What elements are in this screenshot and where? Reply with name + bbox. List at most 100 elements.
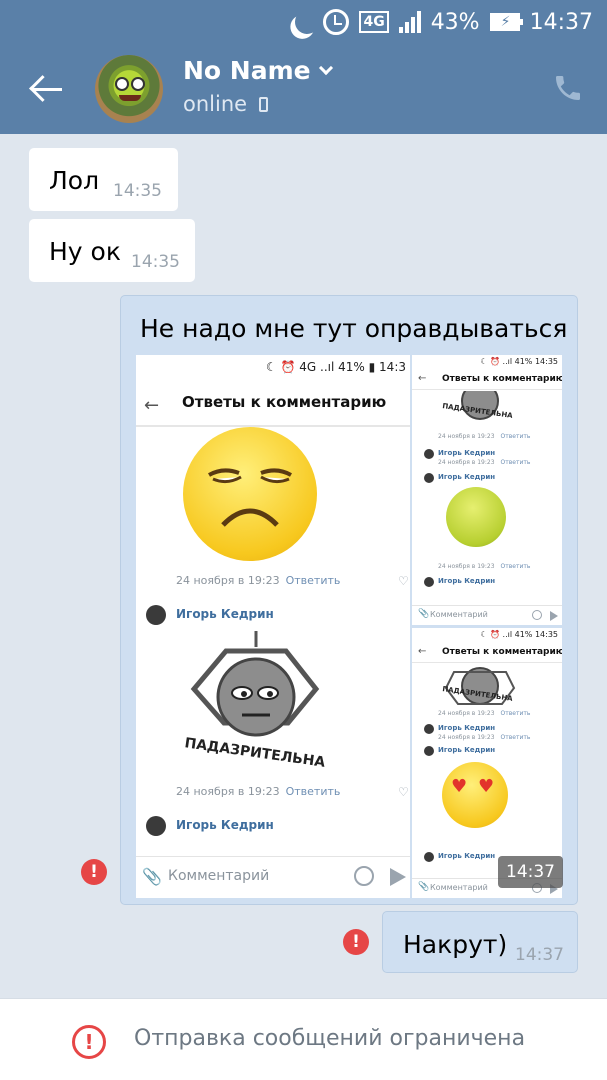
signal-icon [398,11,421,33]
restriction-bar: ! Отправка сообщений ограничена [0,998,607,1080]
divider [412,662,562,663]
comment-author: Игорь Кедрин [176,818,274,832]
comment-meta: 24 ноября в 19:23 Ответить [176,785,340,798]
moon-icon [292,7,323,38]
comment-meta: 24 ноября в 19:23 Ответить [438,563,530,570]
message-time: 14:35 [131,252,180,272]
avatar [424,577,434,587]
incoming-message[interactable]: Ну ок 14:35 [29,219,195,282]
screenshot-title: Ответы к комментарию [182,393,387,411]
error-icon[interactable]: ! [343,929,369,955]
paperclip-icon: 📎 [418,609,430,619]
status-bar: 4G 43% ⚡ 14:37 [0,0,607,44]
back-arrow-icon[interactable] [28,72,64,106]
screenshot-status-bar: ☾ ⏰ ..ıl 41% 14:35 [480,630,558,639]
screenshot-status-bar: ☾ ⏰ ..ıl 41% 14:35 [480,357,558,366]
comment-meta: 24 ноября в 19:23 Ответить [438,433,530,440]
restriction-text: Отправка сообщений ограничена [134,1026,526,1051]
paperclip-icon: 📎 [142,867,162,886]
attachment-screenshot[interactable]: ☾ ⏰ 4G ..ıl 41% ▮ 14:3 ← Ответы к коммен… [136,355,410,898]
comment-author: Игорь Кедрин [438,746,496,754]
outgoing-message[interactable]: Накрут) 14:37 [382,911,578,973]
attachment-screenshot[interactable]: ☾ ⏰ ..ıl 41% 14:35 ← Ответы к комментари… [412,355,562,625]
incoming-message[interactable]: Лол 14:35 [29,148,178,211]
comment-meta: 24 ноября в 19:23 Ответить [438,710,530,717]
battery-charging-icon: ⚡ [489,13,523,31]
reply-link: Ответить [500,459,531,466]
message-text: Ну ок [49,237,121,266]
screenshot-battery: 41% [514,630,533,639]
heart-eyes-emoji-sticker: ♥ ♥ [442,762,508,828]
avatar [424,852,434,862]
comment-date: 24 ноября в 19:23 [176,785,280,798]
back-arrow-icon: ← [418,373,427,384]
comment-date: 24 ноября в 19:23 [438,433,495,440]
message-time: 14:35 [113,181,162,201]
comment-author: Игорь Кедрин [438,473,496,481]
paperclip-icon: 📎 [418,882,430,892]
avatar [424,449,434,459]
comment-meta: 24 ноября в 19:23 Ответить [438,734,530,741]
avatar[interactable] [95,55,163,123]
message-time: 14:37 [498,856,563,888]
reply-link: Ответить [500,433,531,440]
network-type: 4G [359,11,389,33]
comment-author: Игорь Кедрин [438,449,496,457]
comment-date: 24 ноября в 19:23 [438,563,495,570]
reply-link: Ответить [285,574,341,587]
smile-icon [354,866,374,886]
screenshot-time: 14:35 [534,357,558,366]
send-icon [390,868,406,886]
clock: 14:37 [529,9,593,35]
avatar [424,473,434,483]
reply-link: Ответить [285,785,341,798]
screenshot-time: 14:35 [534,630,558,639]
comment-meta: 24 ноября в 19:23 Ответить [176,574,340,587]
chat-header: No Name online [0,44,607,134]
back-arrow-icon: ← [144,395,160,416]
avatar [146,816,166,836]
screenshot-title: Ответы к комментарию [442,647,562,657]
chevron-down-icon [318,60,333,76]
comment-date: 24 ноября в 19:23 [438,710,495,717]
comment-date: 24 ноября в 19:23 [176,574,280,587]
error-icon[interactable]: ! [81,859,107,885]
message-text: Лол [49,166,100,195]
comment-placeholder: Комментарий [430,610,488,619]
send-icon [550,611,558,621]
sad-emoji-sticker [183,427,317,561]
phone-icon[interactable] [552,72,584,104]
screenshot-title: Ответы к комментарию [442,374,562,384]
avatar [424,746,434,756]
sick-emoji-sticker [446,487,506,547]
reply-link: Ответить [500,710,531,717]
comment-author: Игорь Кедрин [438,852,496,860]
contact-name[interactable]: No Name [183,56,333,85]
contact-status-label: online [183,92,248,116]
message-text: Накрут) [403,930,508,959]
avatar [146,605,166,625]
heart-icon: ♡ [398,574,409,588]
comment-placeholder: Комментарий [168,868,270,884]
comment-placeholder: Комментарий [430,883,488,892]
comment-author: Игорь Кедрин [438,577,496,585]
divider [412,389,562,390]
comment-bar: 📎 Комментарий [412,605,562,625]
comment-date: 24 ноября в 19:23 [438,734,495,741]
comment-date: 24 ноября в 19:23 [438,459,495,466]
screenshot-battery: 41% [514,357,533,366]
alarm-icon [323,9,350,35]
heart-icon: ♡ [398,785,409,799]
reply-link: Ответить [500,563,531,570]
warning-icon: ! [72,1025,106,1059]
screenshot-time: 14:3 [379,360,406,374]
avatar [424,724,434,734]
mobile-icon [259,97,269,112]
screenshot-battery: 41% [338,360,365,374]
battery-percent: 43% [430,9,480,35]
contact-status: online [183,92,269,116]
smile-icon [532,610,542,620]
message-text: Не надо мне тут оправдываться [140,314,568,343]
screenshot-status-bar: ☾ ⏰ 4G ..ıl 41% ▮ 14:3 [265,360,406,374]
comment-bar: 📎 Комментарий [136,856,410,898]
